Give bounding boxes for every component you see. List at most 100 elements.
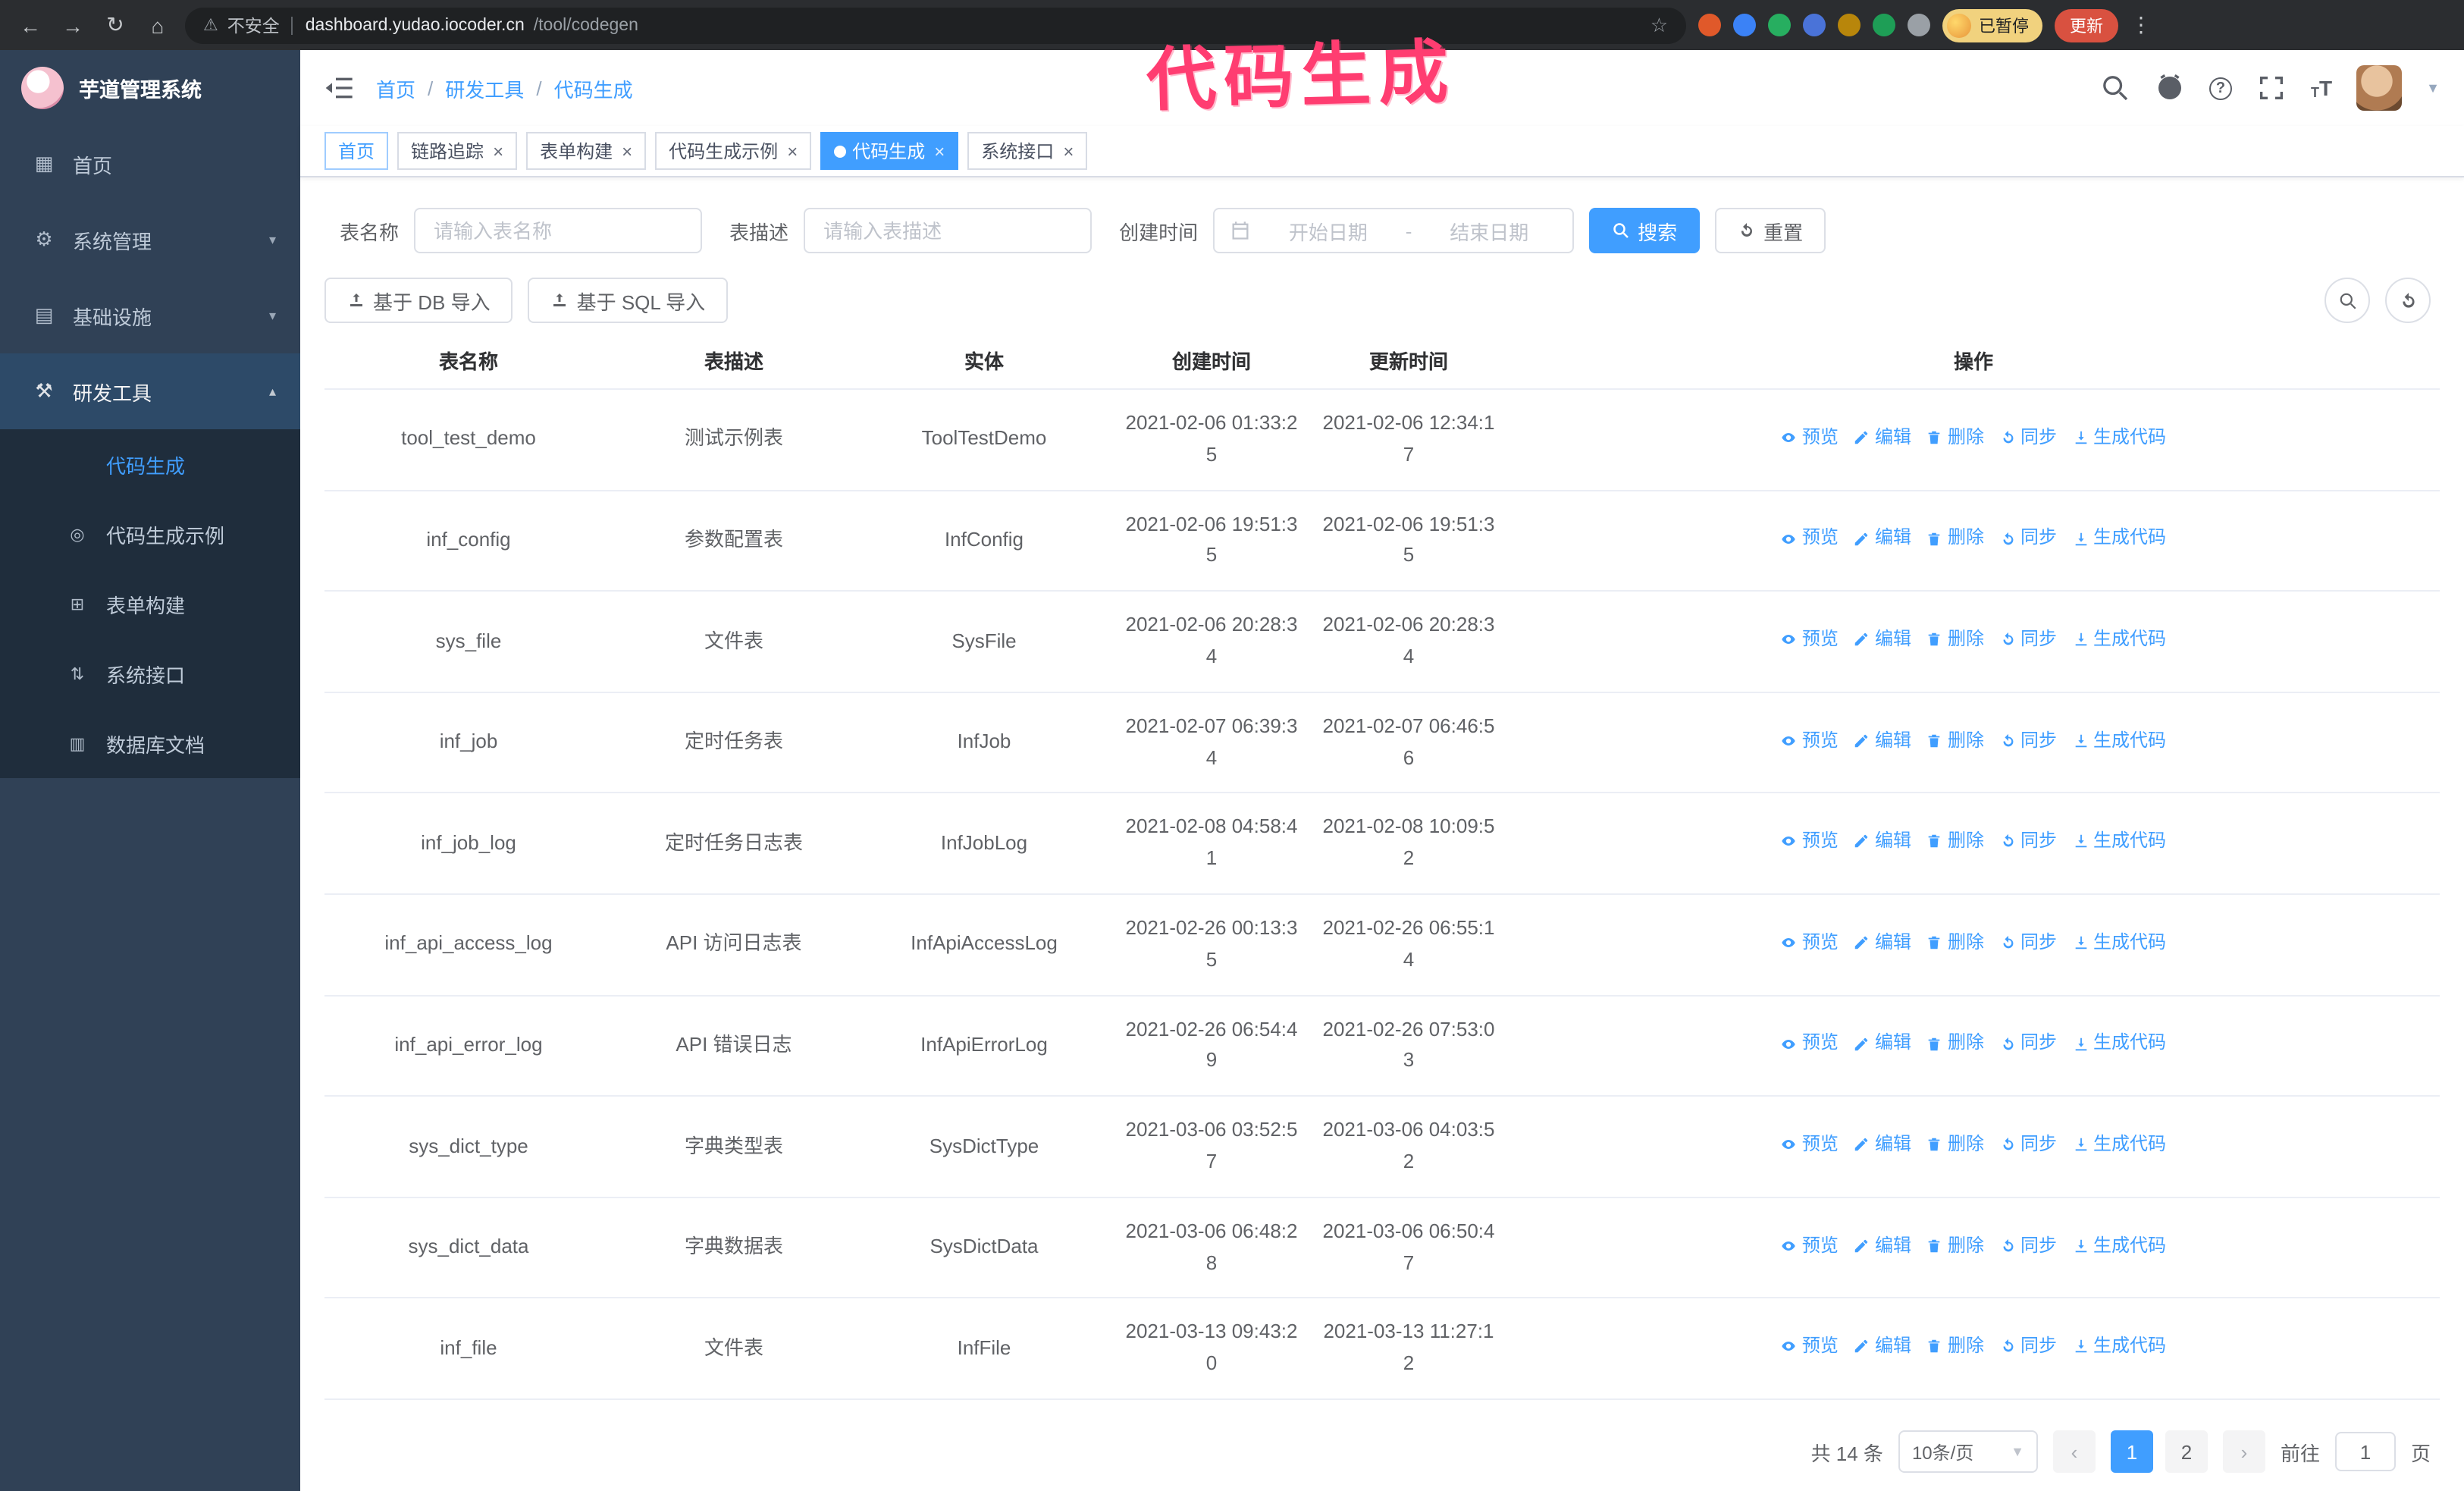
breadcrumb-item[interactable]: 代码生成 bbox=[554, 74, 633, 102]
action-delete-link[interactable]: 删除 bbox=[1926, 1332, 1984, 1361]
close-icon[interactable]: × bbox=[1063, 142, 1074, 160]
action-eye-link[interactable]: 预览 bbox=[1781, 423, 1839, 452]
sidebar-item-system-api[interactable]: ⇅ 系统接口 bbox=[0, 639, 300, 708]
prev-page-button[interactable]: ‹ bbox=[2052, 1430, 2096, 1473]
action-delete-link[interactable]: 删除 bbox=[1926, 1130, 1984, 1159]
breadcrumb-item[interactable]: 研发工具 bbox=[445, 74, 524, 102]
action-download-link[interactable]: 生成代码 bbox=[2072, 726, 2166, 755]
green-check-extension-icon[interactable] bbox=[1768, 14, 1791, 36]
table-name-input[interactable] bbox=[414, 208, 703, 253]
action-delete-link[interactable]: 删除 bbox=[1926, 524, 1984, 553]
action-edit-link[interactable]: 编辑 bbox=[1854, 625, 1911, 654]
action-delete-link[interactable]: 删除 bbox=[1926, 1029, 1984, 1058]
action-edit-link[interactable]: 编辑 bbox=[1854, 928, 1911, 957]
user-avatar[interactable] bbox=[2356, 65, 2403, 111]
puzzle-extension-icon[interactable] bbox=[1908, 14, 1930, 36]
close-icon[interactable]: × bbox=[934, 142, 945, 160]
font-size-icon[interactable]: TT bbox=[2311, 76, 2332, 100]
date-range-picker[interactable]: 开始日期 - 结束日期 bbox=[1213, 208, 1575, 253]
action-eye-link[interactable]: 预览 bbox=[1781, 1332, 1839, 1361]
profile-chip[interactable]: 已暂停 bbox=[1942, 8, 2042, 42]
action-download-link[interactable]: 生成代码 bbox=[2072, 1130, 2166, 1159]
action-edit-link[interactable]: 编辑 bbox=[1854, 827, 1911, 855]
page-2-button[interactable]: 2 bbox=[2165, 1430, 2208, 1473]
action-download-link[interactable]: 生成代码 bbox=[2072, 625, 2166, 654]
github-icon[interactable] bbox=[2155, 73, 2185, 103]
sidebar-item-infra[interactable]: ▤ 基础设施 ▾ bbox=[0, 278, 300, 353]
blue-extension-icon[interactable] bbox=[1733, 14, 1756, 36]
view-tag[interactable]: 系统接口 × bbox=[967, 132, 1088, 170]
action-download-link[interactable]: 生成代码 bbox=[2072, 524, 2166, 553]
browser-menu-icon[interactable]: ⋮ bbox=[2130, 12, 2152, 38]
users-extension-icon[interactable] bbox=[1803, 14, 1826, 36]
reload-icon[interactable]: ↻ bbox=[100, 12, 130, 38]
action-delete-link[interactable]: 删除 bbox=[1926, 1231, 1984, 1260]
table-desc-input[interactable] bbox=[804, 208, 1092, 253]
address-bar[interactable]: ⚠ 不安全 dashboard.yudao.iocoder.cn/tool/co… bbox=[185, 7, 1686, 43]
view-tag[interactable]: 首页 bbox=[324, 132, 389, 170]
action-eye-link[interactable]: 预览 bbox=[1781, 524, 1839, 553]
action-delete-link[interactable]: 删除 bbox=[1926, 625, 1984, 654]
search-button[interactable]: 搜索 bbox=[1589, 208, 1701, 253]
action-delete-link[interactable]: 删除 bbox=[1926, 726, 1984, 755]
dark-extension-icon[interactable] bbox=[1838, 14, 1861, 36]
sidebar-item-codegen[interactable]: 代码生成 bbox=[0, 429, 300, 499]
sidebar-item-form-build[interactable]: ⊞ 表单构建 bbox=[0, 569, 300, 639]
action-sync-link[interactable]: 同步 bbox=[1999, 1231, 2057, 1260]
sidebar-item-dev-tools[interactable]: ⚒ 研发工具 ▴ bbox=[0, 353, 300, 429]
action-eye-link[interactable]: 预览 bbox=[1781, 928, 1839, 957]
home-icon[interactable]: ⌂ bbox=[143, 13, 173, 37]
leaf-extension-icon[interactable] bbox=[1873, 14, 1895, 36]
view-tag[interactable]: 链路追踪 × bbox=[397, 132, 518, 170]
action-eye-link[interactable]: 预览 bbox=[1781, 726, 1839, 755]
toggle-search-button[interactable] bbox=[2324, 278, 2370, 323]
action-delete-link[interactable]: 删除 bbox=[1926, 928, 1984, 957]
duckduckgo-extension-icon[interactable] bbox=[1698, 14, 1721, 36]
close-icon[interactable]: × bbox=[787, 142, 798, 160]
action-sync-link[interactable]: 同步 bbox=[1999, 1332, 2057, 1361]
bookmark-star-icon[interactable]: ☆ bbox=[1651, 13, 1668, 37]
action-eye-link[interactable]: 预览 bbox=[1781, 625, 1839, 654]
action-edit-link[interactable]: 编辑 bbox=[1854, 1332, 1911, 1361]
chrome-update-button[interactable]: 更新 bbox=[2055, 8, 2118, 42]
action-download-link[interactable]: 生成代码 bbox=[2072, 1332, 2166, 1361]
sidebar-item-system[interactable]: ⚙ 系统管理 ▾ bbox=[0, 202, 300, 278]
next-page-button[interactable]: › bbox=[2222, 1430, 2265, 1473]
action-sync-link[interactable]: 同步 bbox=[1999, 625, 2057, 654]
chevron-down-icon[interactable]: ▼ bbox=[2426, 80, 2440, 96]
view-tag[interactable]: 表单构建 × bbox=[526, 132, 647, 170]
sidebar-item-home[interactable]: ▦ 首页 bbox=[0, 126, 300, 202]
reset-button[interactable]: 重置 bbox=[1715, 208, 1826, 253]
refresh-table-button[interactable] bbox=[2385, 278, 2431, 323]
close-icon[interactable]: × bbox=[493, 142, 503, 160]
action-edit-link[interactable]: 编辑 bbox=[1854, 726, 1911, 755]
action-eye-link[interactable]: 预览 bbox=[1781, 1231, 1839, 1260]
action-sync-link[interactable]: 同步 bbox=[1999, 1029, 2057, 1058]
action-edit-link[interactable]: 编辑 bbox=[1854, 1130, 1911, 1159]
fullscreen-icon[interactable] bbox=[2256, 73, 2287, 103]
action-edit-link[interactable]: 编辑 bbox=[1854, 1029, 1911, 1058]
search-icon[interactable] bbox=[2100, 73, 2130, 103]
action-edit-link[interactable]: 编辑 bbox=[1854, 1231, 1911, 1260]
action-delete-link[interactable]: 删除 bbox=[1926, 827, 1984, 855]
action-sync-link[interactable]: 同步 bbox=[1999, 1130, 2057, 1159]
action-download-link[interactable]: 生成代码 bbox=[2072, 1231, 2166, 1260]
sidebar-collapse-icon[interactable] bbox=[324, 73, 355, 103]
view-tag[interactable]: 代码生成 × bbox=[820, 132, 959, 170]
sidebar-item-db-doc[interactable]: ▥ 数据库文档 bbox=[0, 708, 300, 778]
back-icon[interactable]: ← bbox=[15, 13, 45, 37]
action-download-link[interactable]: 生成代码 bbox=[2072, 423, 2166, 452]
action-sync-link[interactable]: 同步 bbox=[1999, 827, 2057, 855]
breadcrumb-item[interactable]: 首页 bbox=[376, 74, 415, 102]
page-size-select[interactable]: 10条/页 ▼ bbox=[1898, 1430, 2038, 1473]
action-download-link[interactable]: 生成代码 bbox=[2072, 928, 2166, 957]
import-db-button[interactable]: 基于 DB 导入 bbox=[324, 278, 513, 323]
action-edit-link[interactable]: 编辑 bbox=[1854, 524, 1911, 553]
action-sync-link[interactable]: 同步 bbox=[1999, 524, 2057, 553]
action-download-link[interactable]: 生成代码 bbox=[2072, 827, 2166, 855]
close-icon[interactable]: × bbox=[622, 142, 632, 160]
action-eye-link[interactable]: 预览 bbox=[1781, 1130, 1839, 1159]
action-delete-link[interactable]: 删除 bbox=[1926, 423, 1984, 452]
sidebar-item-codegen-example[interactable]: ◎ 代码生成示例 bbox=[0, 499, 300, 569]
view-tag[interactable]: 代码生成示例 × bbox=[655, 132, 812, 170]
